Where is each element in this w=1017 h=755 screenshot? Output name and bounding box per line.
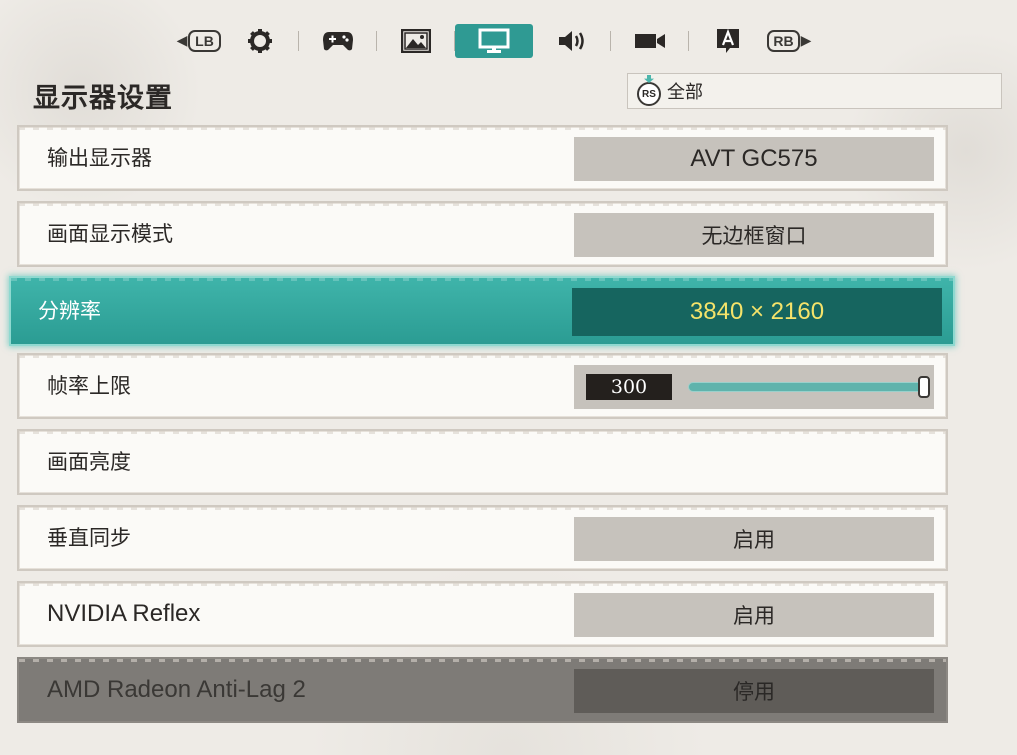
speaker-icon (559, 31, 584, 51)
slider-value-display: 300 (586, 374, 672, 400)
setting-value-selector[interactable]: 启用 (574, 517, 934, 561)
setting-label: 输出显示器 (47, 146, 152, 170)
setting-label: 分辨率 (38, 299, 101, 323)
filter-selector[interactable]: RS 全部 (627, 73, 1002, 109)
right-arrow-icon: ▶ (800, 33, 812, 49)
rb-bumper-button[interactable]: RB (767, 30, 800, 52)
page-title: 显示器设置 (33, 83, 173, 114)
slider-track[interactable] (688, 382, 924, 392)
gear-icon (248, 29, 272, 53)
setting-value-selector[interactable]: 启用 (574, 593, 934, 637)
tab-controls[interactable] (299, 24, 377, 58)
image-icon (401, 29, 431, 53)
setting-nvidia-reflex[interactable]: NVIDIA Reflex 启用 (17, 581, 948, 647)
setting-label: 画面亮度 (47, 450, 131, 474)
setting-framerate-limit[interactable]: 帧率上限 300 (17, 353, 948, 419)
category-tab-bar: ◀ LB RB ▶ (176, 24, 846, 58)
gamepad-icon (323, 32, 353, 51)
setting-value-selector: 停用 (574, 669, 934, 713)
setting-resolution[interactable]: 分辨率 3840 × 2160 (9, 276, 955, 346)
rs-stick-icon: RS (637, 82, 661, 106)
text-a-icon (717, 28, 739, 53)
setting-label: 帧率上限 (47, 374, 131, 398)
setting-label: NVIDIA Reflex (47, 600, 201, 627)
lb-bumper-button[interactable]: LB (188, 30, 221, 52)
left-arrow-icon: ◀ (176, 33, 188, 49)
tab-language[interactable] (689, 24, 767, 58)
tab-audio[interactable] (533, 24, 611, 58)
setting-brightness[interactable]: 画面亮度 (17, 429, 948, 495)
filter-label: 全部 (667, 82, 703, 103)
setting-label: 垂直同步 (47, 526, 131, 550)
tab-general[interactable] (221, 24, 299, 58)
tab-camera[interactable] (611, 24, 689, 58)
setting-output-monitor[interactable]: 输出显示器 AVT GC575 (17, 125, 948, 191)
camera-icon (635, 34, 665, 48)
tab-graphics[interactable] (377, 24, 455, 58)
tab-display[interactable] (455, 24, 533, 58)
setting-label: AMD Radeon Anti-Lag 2 (47, 676, 306, 703)
setting-display-mode[interactable]: 画面显示模式 无边框窗口 (17, 201, 948, 267)
framerate-slider[interactable]: 300 (574, 365, 934, 409)
setting-value-selector[interactable]: AVT GC575 (574, 137, 934, 181)
setting-amd-anti-lag: AMD Radeon Anti-Lag 2 停用 (17, 657, 948, 723)
setting-vsync[interactable]: 垂直同步 启用 (17, 505, 948, 571)
setting-value-selector[interactable]: 无边框窗口 (574, 213, 934, 257)
slider-handle[interactable] (918, 376, 930, 398)
setting-label: 画面显示模式 (47, 222, 173, 246)
setting-value-selector[interactable]: 3840 × 2160 (572, 288, 942, 336)
monitor-icon (478, 28, 510, 53)
